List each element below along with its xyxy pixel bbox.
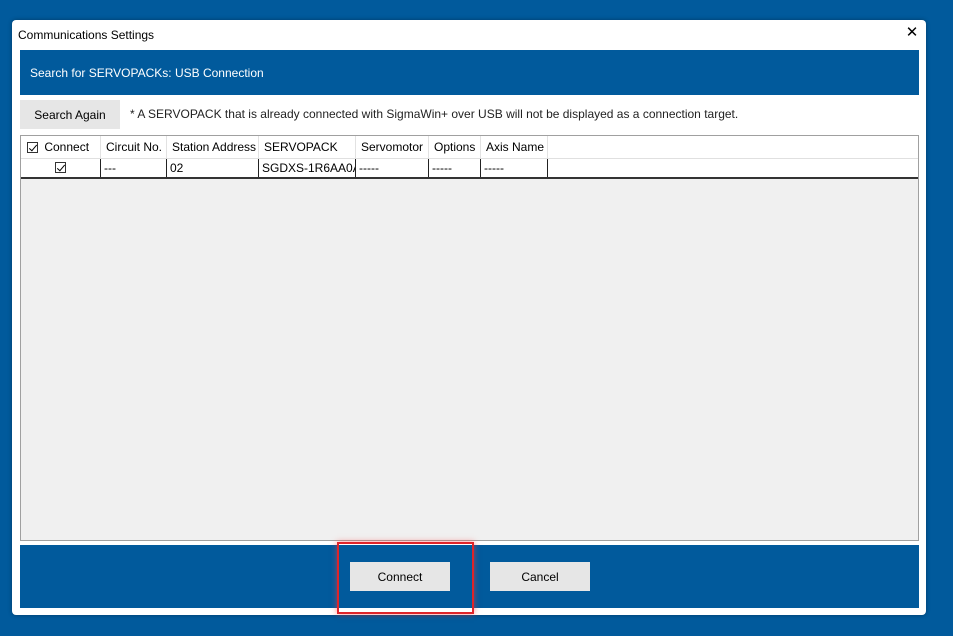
communications-settings-dialog: Communications Settings ✕ Search for SER… <box>12 20 926 615</box>
connection-note: * A SERVOPACK that is already connected … <box>130 107 739 121</box>
search-again-button[interactable]: Search Again <box>20 100 120 129</box>
table-row[interactable]: --- 02 SGDXS-1R6AA0A ----- ----- ----- <box>21 159 918 179</box>
cancel-button[interactable]: Cancel <box>490 562 590 591</box>
row-servomotor: ----- <box>356 159 429 177</box>
connect-button[interactable]: Connect <box>350 562 450 591</box>
column-header-connect[interactable]: Connect <box>21 136 101 158</box>
close-icon[interactable]: ✕ <box>904 24 920 42</box>
row-connect-cell[interactable] <box>21 159 101 177</box>
column-header-label: Connect <box>44 140 90 154</box>
column-header-axis-name[interactable]: Axis Name <box>481 136 548 158</box>
column-header-options[interactable]: Options <box>429 136 481 158</box>
row-circuit-no: --- <box>101 159 167 177</box>
column-header-station-address[interactable]: Station Address <box>167 136 259 158</box>
column-header-circuit-no[interactable]: Circuit No. <box>101 136 167 158</box>
select-all-checkbox[interactable] <box>27 142 38 154</box>
dialog-titlebar: Communications Settings ✕ <box>12 20 926 48</box>
row-options: ----- <box>429 159 481 177</box>
footer-band: Connect Cancel <box>20 542 919 614</box>
row-connect-checkbox[interactable] <box>55 162 66 174</box>
grid-header: Connect Circuit No. Station Address SERV… <box>21 136 918 159</box>
dialog-title: Communications Settings <box>18 28 155 42</box>
row-servopack: SGDXS-1R6AA0A <box>259 159 356 177</box>
row-axis-name: ----- <box>481 159 548 177</box>
header-band: Search for SERVOPACKs: USB Connection <box>20 50 919 95</box>
header-title: Search for SERVOPACKs: USB Connection <box>30 66 264 80</box>
row-station-address: 02 <box>167 159 259 177</box>
toolbar: Search Again * A SERVOPACK that is alrea… <box>20 98 919 132</box>
column-header-servomotor[interactable]: Servomotor <box>356 136 429 158</box>
servopack-grid: Connect Circuit No. Station Address SERV… <box>20 135 919 541</box>
column-header-servopack[interactable]: SERVOPACK <box>259 136 356 158</box>
